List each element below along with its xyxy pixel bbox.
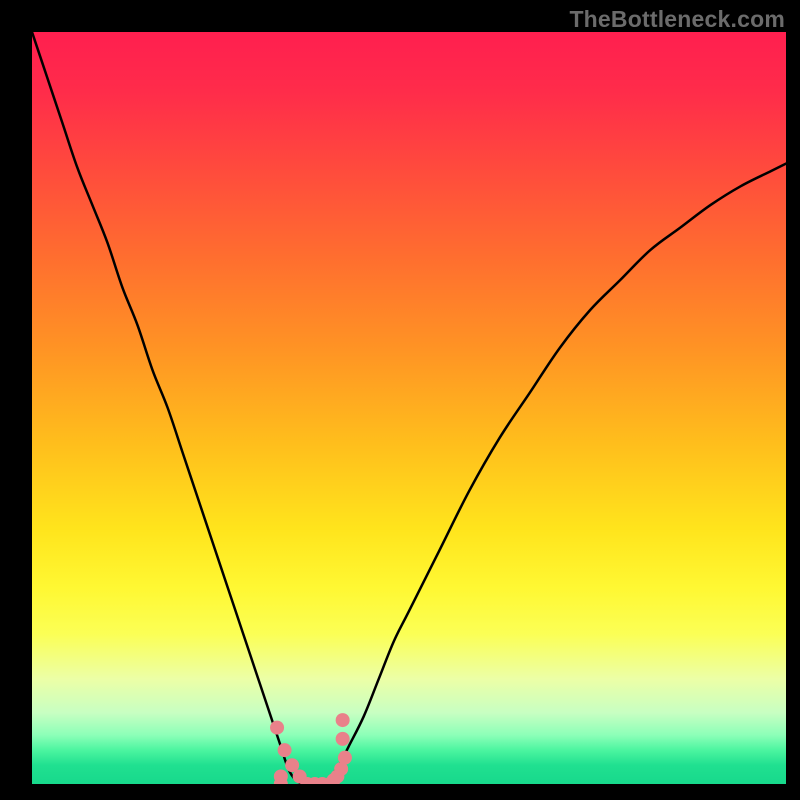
bottleneck-curve [32,32,786,784]
plot-area [32,32,786,784]
chart-canvas: TheBottleneck.com [0,0,800,800]
watermark-text: TheBottleneck.com [569,6,785,33]
min-marker-dot [278,743,292,757]
min-marker-dot [336,713,350,727]
min-marker-dot [338,751,352,765]
chart-svg [32,32,786,784]
min-marker-dot [270,721,284,735]
min-marker-dot [336,732,350,746]
